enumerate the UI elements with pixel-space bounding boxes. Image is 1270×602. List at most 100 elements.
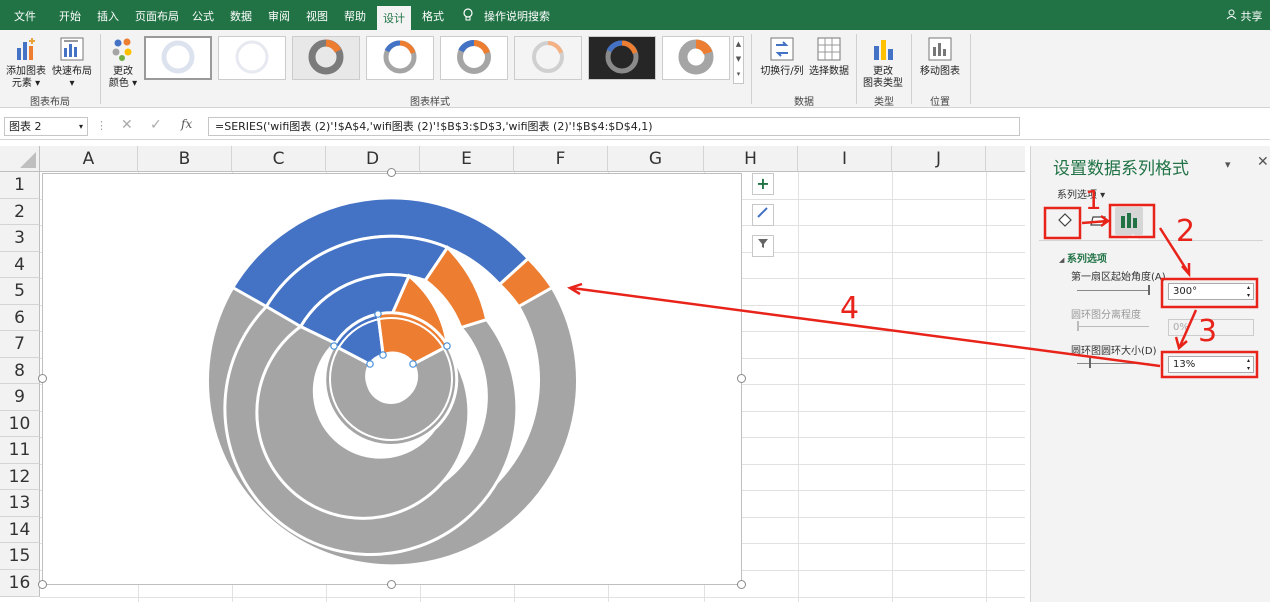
chart-style-6[interactable] (514, 36, 582, 80)
chart-style-3[interactable] (292, 36, 360, 80)
column-header-f[interactable]: F (514, 146, 608, 172)
row-header[interactable]: 14 (0, 517, 40, 543)
tab-review[interactable]: 审阅 (268, 0, 290, 30)
column-header-i[interactable]: I (798, 146, 892, 172)
section-header[interactable]: ◢ 系列选项 (1059, 250, 1107, 265)
doughnut-chart[interactable] (43, 174, 743, 586)
tab-view[interactable]: 视图 (306, 0, 328, 30)
insert-function-icon[interactable]: fx (181, 117, 192, 131)
change-chart-type-button[interactable]: 更改 图表类型 (860, 36, 906, 90)
tab-format[interactable]: 格式 (422, 0, 444, 30)
tab-file[interactable]: 文件 (14, 0, 36, 30)
column-header-d[interactable]: D (326, 146, 420, 172)
tab-insert[interactable]: 插入 (97, 0, 119, 30)
row-header[interactable]: 5 (0, 278, 40, 305)
cancel-icon[interactable]: ✕ (121, 117, 133, 133)
annotation-number-3: 3 (1198, 314, 1218, 349)
tab-home[interactable]: 开始 (59, 0, 81, 30)
annotation-number-1: 1 (1085, 186, 1102, 216)
column-header-g[interactable]: G (608, 146, 704, 172)
group-label-styles: 图表样式 (410, 97, 450, 108)
chart-elements-plus-icon[interactable]: + (752, 173, 774, 195)
name-box-value: 图表 2 (9, 120, 42, 133)
section-header-label: 系列选项 (1066, 254, 1107, 265)
row-header[interactable]: 7 (0, 331, 40, 358)
chart-style-4[interactable] (366, 36, 434, 80)
row-header[interactable]: 15 (0, 543, 40, 570)
group-label-location: 位置 (930, 97, 950, 108)
quick-layout-button[interactable]: 快速布局 ▾ (50, 36, 94, 90)
separator (911, 34, 912, 104)
select-all-corner[interactable] (0, 146, 40, 172)
ribbon: 添加图表 元素 ▾ 快速布局 ▾ 更改 颜色 ▾ 图表布局 ▲ ▼ ▾ 图表样式 切换… (0, 30, 1270, 108)
first-slice-angle-slider[interactable] (1077, 290, 1149, 291)
row-header[interactable]: 10 (0, 411, 40, 437)
chart-style-7[interactable] (588, 36, 656, 80)
share-button[interactable]: 共享 (1226, 0, 1263, 30)
enter-icon[interactable]: ✓ (150, 117, 162, 133)
row-header[interactable]: 11 (0, 437, 40, 464)
column-header-j[interactable]: J (892, 146, 986, 172)
fill-line-icon[interactable] (1055, 210, 1075, 230)
move-chart-button[interactable]: 移动图表 (916, 36, 964, 78)
resize-handle[interactable] (737, 580, 746, 589)
tell-me-search[interactable]: 操作说明搜索 (484, 0, 550, 30)
hole-size-input[interactable]: 13% ▴ ▾ (1168, 356, 1254, 373)
chart-area[interactable] (42, 173, 742, 585)
series-options-tab-icon[interactable] (1115, 207, 1143, 235)
tab-design[interactable]: 设计 (377, 3, 411, 33)
explosion-slider-thumb (1077, 321, 1079, 331)
first-slice-angle-input[interactable]: 300° ▴ ▾ (1168, 283, 1254, 300)
chart-style-2[interactable] (218, 36, 286, 80)
tab-page-layout[interactable]: 页面布局 (135, 0, 179, 30)
column-header-a[interactable]: A (40, 146, 138, 172)
column-header-e[interactable]: E (420, 146, 514, 172)
row-header[interactable]: 13 (0, 490, 40, 517)
row-header[interactable]: 8 (0, 358, 40, 384)
close-pane-icon[interactable]: ✕ (1257, 154, 1269, 170)
row-header[interactable]: 12 (0, 464, 40, 490)
hole-size-slider[interactable] (1077, 363, 1149, 364)
resize-handle[interactable] (38, 374, 47, 383)
tab-formulas[interactable]: 公式 (192, 0, 214, 30)
change-colors-button[interactable]: 更改 颜色 ▾ (106, 36, 140, 90)
column-header-c[interactable]: C (232, 146, 326, 172)
resize-handle[interactable] (38, 580, 47, 589)
row-header[interactable]: 6 (0, 305, 40, 331)
formula-input[interactable]: =SERIES('wifi图表 (2)'!$A$4,'wifi图表 (2)'!$… (208, 117, 1020, 136)
column-header-h[interactable]: H (704, 146, 798, 172)
hole-size-slider-thumb[interactable] (1089, 358, 1091, 368)
row-header[interactable]: 1 (0, 172, 40, 199)
first-slice-angle-slider-thumb[interactable] (1148, 285, 1150, 295)
palette-icon (112, 38, 132, 61)
add-chart-element-button[interactable]: 添加图表 元素 ▾ (6, 36, 46, 90)
chart-style-1[interactable] (144, 36, 212, 80)
pane-options-chevron-icon[interactable]: ▾ (1225, 158, 1231, 171)
row-header[interactable]: 9 (0, 384, 40, 411)
row-header[interactable]: 16 (0, 570, 40, 597)
select-data-button[interactable]: 选择数据 (806, 36, 852, 78)
chart-style-8[interactable] (662, 36, 730, 80)
column-header-k[interactable] (986, 146, 1025, 172)
row-header[interactable]: 3 (0, 225, 40, 252)
tab-help[interactable]: 帮助 (344, 0, 366, 30)
add-chart-element-icon (17, 38, 35, 60)
resize-handle[interactable] (737, 374, 746, 383)
column-header-b[interactable]: B (138, 146, 232, 172)
explosion-label: 圆环图分离程度 (1071, 310, 1141, 321)
switch-row-column-button[interactable]: 切换行/列 (758, 36, 806, 78)
format-data-series-pane: 设置数据系列格式 ▾ ✕ 系列选项 ▾ ◢ 系列选项 第一扇区起始角度(A) 3… (1030, 146, 1270, 602)
person-icon (1226, 9, 1237, 20)
chart-filters-funnel-icon[interactable] (752, 235, 774, 257)
tab-data[interactable]: 数据 (230, 0, 252, 30)
chart-style-5[interactable] (440, 36, 508, 80)
row-header[interactable]: 2 (0, 199, 40, 225)
resize-handle[interactable] (387, 580, 396, 589)
name-box[interactable]: 图表 2 ▾ (4, 117, 88, 136)
resize-handle[interactable] (387, 168, 396, 177)
styles-scroll[interactable]: ▲ ▼ ▾ (733, 36, 744, 84)
chevron-down-icon[interactable]: ▾ (79, 118, 83, 135)
row-header[interactable]: 4 (0, 252, 40, 278)
chart-styles-brush-icon[interactable] (752, 204, 774, 226)
hole-size-value: 13% (1173, 359, 1196, 370)
